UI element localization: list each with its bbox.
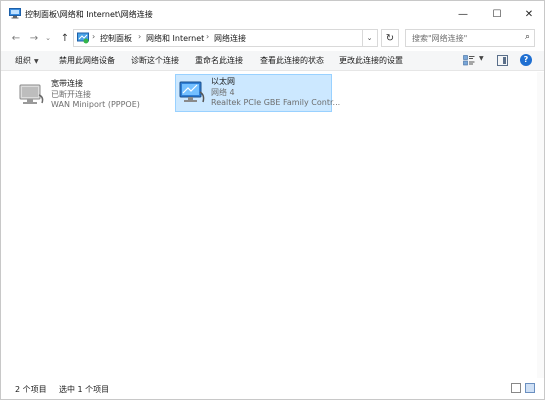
command-bar: 组织 ▼ 禁用此网络设备 诊断这个连接 重命名此连接 查看此连接的状态 更改此连接… xyxy=(1,51,544,71)
help-icon[interactable]: ? xyxy=(520,54,532,66)
breadcrumb-separator: › xyxy=(138,32,142,41)
minimize-button[interactable]: — xyxy=(447,1,479,27)
chevron-down-icon: ⌄ xyxy=(366,34,373,42)
diagnose-connection-button[interactable]: 诊断这个连接 xyxy=(131,55,179,66)
network-connection-icon xyxy=(19,84,44,104)
arrow-up-icon: ↑ xyxy=(60,32,70,44)
connection-device: WAN Miniport (PPPOE) xyxy=(51,100,140,109)
forward-button[interactable]: → xyxy=(27,30,41,46)
close-button[interactable]: ✕ xyxy=(513,1,545,27)
up-button[interactable]: ↑ xyxy=(58,30,72,46)
connection-status: 已断开连接 xyxy=(51,90,91,99)
change-view-icon[interactable] xyxy=(463,55,475,66)
preview-pane-icon[interactable] xyxy=(497,55,508,66)
arrow-right-icon: → xyxy=(29,32,39,44)
tiles-view-icon[interactable] xyxy=(525,383,535,393)
ethernet-connection-icon xyxy=(179,81,205,103)
refresh-icon: ↻ xyxy=(385,32,395,44)
list-item-ethernet[interactable]: 以太网 网络 4 Realtek PCIe GBE Family Contr..… xyxy=(175,74,340,112)
rename-connection-button[interactable]: 重命名此连接 xyxy=(195,55,243,66)
details-view-icon[interactable] xyxy=(511,383,521,393)
close-icon: ✕ xyxy=(524,8,534,20)
vertical-scrollbar[interactable] xyxy=(537,72,544,378)
organize-label: 组织 xyxy=(15,56,31,65)
breadcrumb-network-connections[interactable]: 网络连接 xyxy=(214,33,246,44)
search-icon: ⌕ xyxy=(524,32,530,42)
breadcrumb-network-internet[interactable]: 网络和 Internet xyxy=(146,33,204,44)
network-folder-icon xyxy=(9,8,21,19)
connection-device: Realtek PCIe GBE Family Contr... xyxy=(211,98,341,107)
breadcrumb-control-panel[interactable]: 控制面板 xyxy=(100,33,132,44)
window-title: 控制面板\网络和 Internet\网络连接 xyxy=(25,10,153,19)
back-button[interactable]: ← xyxy=(9,30,23,46)
refresh-button[interactable]: ↻ xyxy=(381,29,399,47)
maximize-icon: ☐ xyxy=(492,8,502,20)
network-connections-window: 控制面板\网络和 Internet\网络连接 — ☐ ✕ ← → ⌄ ↑ › 控… xyxy=(0,0,545,400)
organize-button[interactable]: 组织 ▼ xyxy=(15,55,39,66)
chevron-down-icon: ▼ xyxy=(34,58,39,65)
view-options-dropdown[interactable]: ▼ xyxy=(479,55,484,62)
address-bar[interactable]: › 控制面板 › 网络和 Internet › 网络连接 xyxy=(73,29,363,47)
view-status-button[interactable]: 查看此连接的状态 xyxy=(260,55,324,66)
connections-list: 宽带连接 已断开连接 WAN Miniport (PPPOE) 以太网 网络 4… xyxy=(1,72,544,378)
breadcrumb-separator: › xyxy=(92,32,96,41)
recent-locations-button[interactable]: ⌄ xyxy=(43,30,53,46)
connection-name: 宽带连接 xyxy=(51,79,83,88)
selected-count: 选中 1 个项目 xyxy=(59,385,110,394)
connection-name: 以太网 xyxy=(211,77,235,86)
address-dropdown-button[interactable]: ⌄ xyxy=(362,29,378,47)
minimize-icon: — xyxy=(458,8,468,20)
item-count: 2 个项目 xyxy=(15,385,47,394)
connection-status: 网络 4 xyxy=(211,88,235,97)
title-bar: 控制面板\网络和 Internet\网络连接 — ☐ ✕ xyxy=(1,1,544,27)
disable-device-button[interactable]: 禁用此网络设备 xyxy=(59,55,115,66)
change-settings-button[interactable]: 更改此连接的设置 xyxy=(339,55,403,66)
list-item-broadband[interactable]: 宽带连接 已断开连接 WAN Miniport (PPPOE) xyxy=(15,76,165,114)
search-placeholder: 搜索"网络连接" xyxy=(412,34,468,43)
maximize-button[interactable]: ☐ xyxy=(481,1,513,27)
breadcrumb-separator: › xyxy=(206,32,210,41)
control-panel-icon xyxy=(77,32,89,44)
arrow-left-icon: ← xyxy=(11,32,21,44)
status-bar: 2 个项目 选中 1 个项目 xyxy=(1,378,544,399)
address-row: ← → ⌄ ↑ › 控制面板 › 网络和 Internet › 网络连接 ⌄ ↻… xyxy=(1,27,544,49)
search-input[interactable]: 搜索"网络连接" ⌕ xyxy=(405,29,535,47)
chevron-down-icon: ⌄ xyxy=(45,34,51,42)
